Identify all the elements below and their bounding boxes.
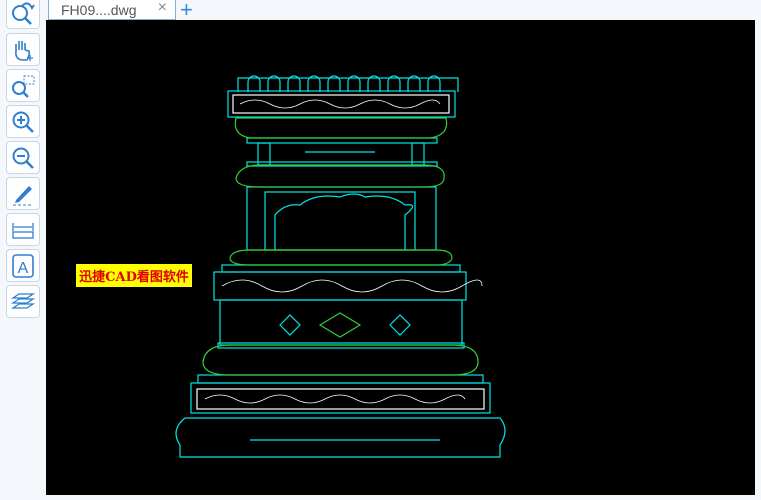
ruler-icon [12, 222, 34, 239]
cad-drawing [175, 75, 506, 458]
zoom-window-button[interactable] [6, 69, 40, 102]
zoom-in-icon [12, 111, 34, 133]
tab-file[interactable]: FH09....dwg × [48, 0, 176, 20]
tab-title: FH09....dwg [61, 1, 137, 18]
drawing-canvas[interactable] [46, 20, 755, 495]
hand-icon [15, 40, 33, 61]
measure-button[interactable] [6, 213, 40, 246]
layers-button[interactable] [6, 285, 40, 318]
tab-bar: FH09....dwg × + [46, 0, 761, 22]
markup-button[interactable] [6, 177, 40, 210]
svg-text:A: A [18, 260, 29, 277]
pan-button[interactable] [6, 33, 40, 66]
zoom-out-button[interactable] [6, 141, 40, 174]
crenellation [237, 75, 459, 92]
watermark-label: 迅捷CAD看图软件 [76, 264, 192, 287]
zoom-window-icon [12, 75, 35, 98]
layers-icon [10, 292, 36, 309]
zoom-in-button[interactable] [6, 105, 40, 138]
close-tab-icon[interactable]: × [158, 0, 167, 17]
zoom-out-icon [12, 147, 34, 169]
toolbar: A [0, 0, 46, 495]
text-button[interactable]: A [6, 249, 40, 282]
zoom-previous-button[interactable] [6, 0, 40, 29]
text-icon: A [12, 253, 34, 278]
pen-icon [13, 185, 33, 205]
zoom-previous-icon [12, 1, 35, 25]
